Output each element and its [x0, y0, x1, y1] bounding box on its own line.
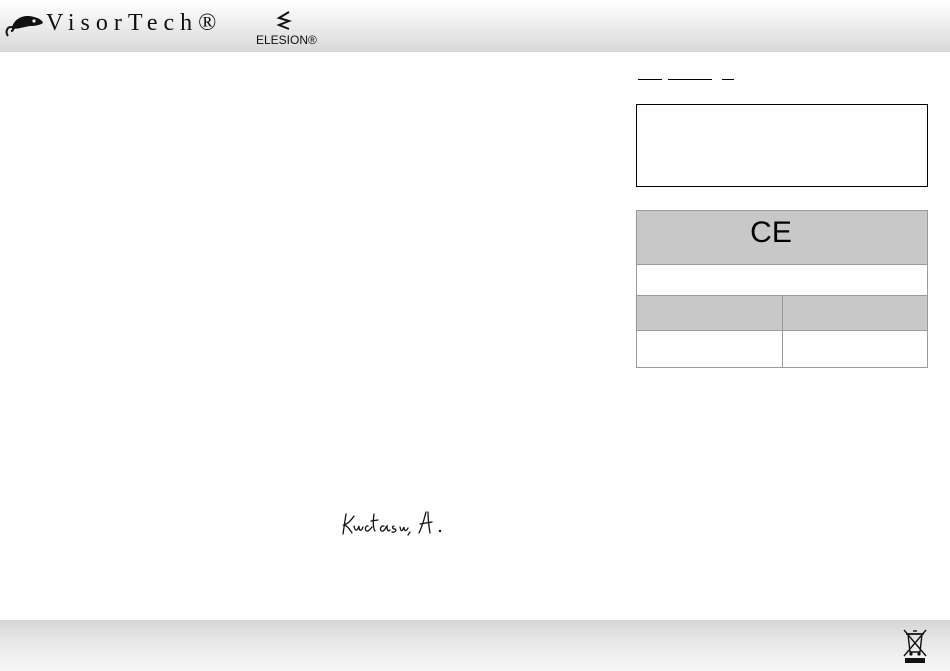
ce-conformity-table: CE	[636, 210, 928, 368]
empty-framed-box	[636, 104, 928, 187]
svg-text:CE: CE	[751, 216, 791, 246]
blank-underlines	[638, 68, 838, 82]
elesion-logo-icon	[276, 11, 292, 30]
ce-table-column-divider	[782, 295, 783, 367]
visortech-logo: VisorTech®	[4, 6, 222, 40]
ce-table-row-1	[637, 264, 927, 295]
handwritten-signature	[341, 511, 442, 536]
elesion-wordmark: ELESION®	[256, 33, 317, 47]
weee-crossed-bin-icon	[903, 629, 927, 663]
page-footer	[0, 620, 950, 671]
chameleon-logo-icon	[5, 16, 43, 37]
elesion-logo: ELESION®	[256, 10, 336, 48]
ce-table-header-row: CE	[637, 211, 927, 264]
underline-2	[668, 79, 712, 80]
ce-mark-icon: CE	[751, 216, 791, 246]
page-header: VisorTech® ELESION®	[0, 0, 950, 52]
underline-1	[638, 79, 662, 80]
underline-3	[722, 79, 734, 80]
visortech-wordmark: VisorTech®	[46, 10, 223, 36]
